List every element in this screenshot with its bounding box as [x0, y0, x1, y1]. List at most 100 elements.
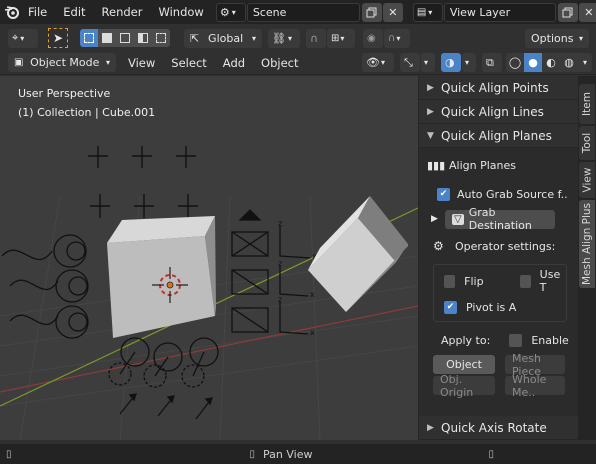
- pivot-point-dropdown[interactable]: ⛓ ▾: [268, 28, 300, 48]
- gizmo-toggle[interactable]: ⤡: [400, 53, 420, 72]
- scene-name-field[interactable]: Scene: [246, 2, 360, 22]
- menu-file[interactable]: File: [20, 0, 55, 24]
- panel-title: Quick Align Points: [441, 80, 549, 95]
- use-t-checkbox[interactable]: [519, 274, 531, 288]
- wireframe-sphere-icon: ◯: [508, 56, 522, 69]
- new-scene-button[interactable]: [361, 2, 382, 22]
- expand-arrow-icon[interactable]: ▶: [431, 214, 445, 224]
- orientation-dropdown[interactable]: ⇱ Global ▾: [184, 28, 262, 48]
- scene-type-dropdown[interactable]: ⚙ ▾: [215, 2, 246, 22]
- shading-dropdown[interactable]: ▾: [578, 53, 592, 72]
- remove-scene-button[interactable]: ✕: [382, 2, 403, 22]
- 3d-viewport[interactable]: zx zx zx User Perspective (1) Collection…: [0, 76, 418, 440]
- mouse-middle-icon: ▯: [249, 448, 256, 460]
- svg-text:z: z: [278, 219, 282, 228]
- pivot-icon: ⌖: [12, 31, 19, 44]
- menu-view[interactable]: View: [120, 51, 163, 75]
- shading-rendered-button[interactable]: ◍: [560, 53, 578, 72]
- auto-grab-checkbox[interactable]: ✔: [437, 187, 450, 201]
- status-bar: ▯ ▯ Pan View ▯: [0, 444, 596, 464]
- select-box-new-icon[interactable]: [80, 29, 98, 47]
- shading-wireframe-button[interactable]: ◯: [506, 53, 524, 72]
- mesh-piece-button[interactable]: Mesh Piece: [505, 352, 565, 378]
- snap-toggle[interactable]: ∩: [306, 28, 326, 48]
- object-mode-dropdown[interactable]: ▣ Object Mode ▾: [8, 53, 116, 72]
- panel-quick-align-points[interactable]: ▶ Quick Align Points: [419, 76, 578, 100]
- tab-tool[interactable]: Tool: [579, 126, 595, 160]
- menu-render[interactable]: Render: [94, 0, 151, 24]
- falloff-dropdown[interactable]: ∩ ▾: [384, 28, 410, 48]
- blender-logo-icon[interactable]: [4, 0, 20, 24]
- whole-mesh-button[interactable]: Whole Me..: [505, 373, 565, 399]
- object-mode-label: Object Mode: [30, 56, 100, 69]
- menu-window[interactable]: Window: [150, 0, 211, 24]
- svg-text:z: z: [278, 295, 282, 304]
- overlays-toggle[interactable]: ◑: [441, 53, 461, 72]
- chevron-down-icon: ▾: [582, 58, 587, 67]
- menu-edit[interactable]: Edit: [55, 0, 93, 24]
- collapsed-arrow-icon: ▶: [427, 106, 434, 117]
- menu-object[interactable]: Object: [253, 51, 306, 75]
- options-label: Options: [531, 31, 574, 45]
- pivot-checkbox[interactable]: ✔: [444, 300, 457, 314]
- remove-view-layer-button[interactable]: ✕: [578, 2, 596, 22]
- panel-quick-axis-rotate[interactable]: ▶ Quick Axis Rotate: [419, 416, 578, 440]
- xray-toggle[interactable]: ⧉: [482, 53, 502, 72]
- options-dropdown[interactable]: Options ▾: [525, 28, 589, 48]
- chevron-down-icon: ▾: [20, 33, 25, 43]
- close-icon: ✕: [584, 5, 594, 19]
- auto-grab-row[interactable]: ✔ Auto Grab Source f..: [427, 182, 570, 206]
- snap-target-dropdown[interactable]: ⊞ ▾: [327, 28, 355, 48]
- select-box-intersect-icon[interactable]: [152, 29, 170, 47]
- copy-icon: [366, 7, 377, 17]
- status-pan-view-label: Pan View: [263, 447, 313, 461]
- grab-destination-label: Grab Destination: [468, 206, 532, 232]
- select-tool-button[interactable]: ➤: [48, 28, 68, 48]
- auto-grab-label: Auto Grab Source f..: [457, 187, 568, 201]
- panel-quick-align-lines[interactable]: ▶ Quick Align Lines: [419, 100, 578, 124]
- menu-add[interactable]: Add: [215, 51, 253, 75]
- grab-destination-button[interactable]: ▽ Grab Destination: [445, 206, 555, 232]
- view-layer-type-dropdown[interactable]: ▤ ▾: [412, 2, 443, 22]
- visibility-dropdown[interactable]: 👁 ▾: [362, 53, 394, 72]
- apply-buttons-row-1: Object Mesh Piece: [433, 352, 570, 378]
- shading-solid-button[interactable]: ●: [524, 53, 542, 72]
- chevron-down-icon: ▾: [340, 33, 345, 43]
- view-layer-icon: ▤: [416, 6, 427, 18]
- rendered-sphere-icon: ◍: [564, 56, 574, 69]
- new-view-layer-button[interactable]: [557, 2, 578, 22]
- select-box-invert-icon[interactable]: [134, 29, 152, 47]
- panel-quick-align-planes[interactable]: ▼ Quick Align Planes: [419, 124, 578, 148]
- magnet-icon: ∩: [310, 31, 319, 45]
- view-layer-name-field[interactable]: View Layer: [443, 2, 556, 22]
- overlays-dropdown[interactable]: ▾: [462, 53, 476, 72]
- tab-view[interactable]: View: [579, 162, 595, 198]
- tab-item[interactable]: Item: [579, 84, 595, 124]
- pivot-point-icon: ⛓: [272, 31, 286, 45]
- object-button[interactable]: Object: [433, 355, 495, 374]
- snap-increment-icon: ⊞: [331, 32, 340, 44]
- cursor-icon: ➤: [52, 31, 64, 45]
- arrow-objects: [119, 393, 213, 420]
- collapsed-arrow-icon: ▶: [427, 82, 434, 93]
- apply-buttons-row-2: Obj. Origin Whole Me..: [433, 373, 570, 399]
- gear-icon: ⚙: [433, 239, 444, 253]
- sidebar-tabs: Item Tool View Mesh Align Plus: [578, 76, 596, 440]
- shading-material-button[interactable]: ◐: [542, 53, 560, 72]
- gizmo-dropdown[interactable]: ▾: [421, 53, 435, 72]
- flip-checkbox[interactable]: [444, 274, 456, 288]
- proportional-edit-toggle[interactable]: ◉: [363, 28, 383, 48]
- sidebar-panel: ▶ Quick Align Points ▶ Quick Align Lines…: [418, 76, 578, 440]
- select-box-extend-icon[interactable]: [98, 29, 116, 47]
- svg-text:x: x: [310, 328, 315, 337]
- scene-icon: ⚙: [219, 5, 230, 19]
- viewport-scene: zx zx zx: [0, 146, 418, 440]
- proportional-edit-icon: ◉: [367, 32, 376, 44]
- menu-select[interactable]: Select: [163, 51, 214, 75]
- transform-pivot-dropdown[interactable]: ⌖ ▾: [8, 28, 38, 48]
- select-box-subtract-icon[interactable]: [116, 29, 134, 47]
- tab-mesh-align-plus[interactable]: Mesh Align Plus: [579, 200, 595, 288]
- obj-origin-button[interactable]: Obj. Origin: [433, 373, 495, 399]
- enable-checkbox[interactable]: [509, 333, 523, 347]
- svg-text:z: z: [278, 259, 282, 268]
